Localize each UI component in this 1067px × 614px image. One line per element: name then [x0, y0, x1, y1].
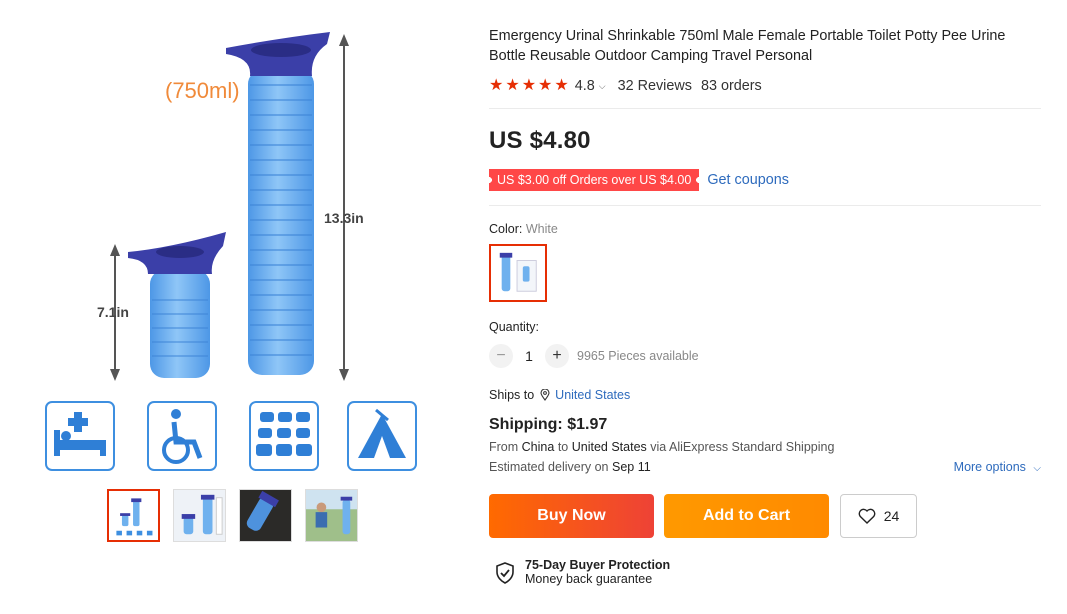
quantity-value[interactable]: 1 [513, 348, 545, 364]
increase-quantity-button[interactable]: + [545, 344, 569, 368]
thumbnail-4[interactable] [305, 489, 358, 542]
height-short-label: 7.1in [97, 304, 129, 320]
tent-icon [347, 401, 417, 471]
wishlist-count: 24 [883, 508, 900, 524]
thumbnail-1[interactable] [107, 489, 160, 542]
star-icon: ★ [521, 77, 537, 94]
ships-to-country-link[interactable]: United States [555, 388, 630, 402]
delivery-date: Sep 11 [612, 460, 651, 474]
buy-now-button[interactable]: Buy Now [489, 494, 654, 538]
height-tall-label: 13.3in [324, 210, 364, 226]
chevron-down-icon: ⌵ [1033, 463, 1041, 474]
star-icon: ★ [505, 77, 520, 94]
buyer-protection: 75-Day Buyer Protection Money back guara… [495, 558, 1041, 586]
quantity-label: Quantity: [489, 320, 540, 334]
location-pin-icon [540, 389, 550, 401]
capacity-label: (750ml) [165, 78, 240, 103]
color-label: Color: White [489, 222, 558, 236]
quantity-stepper: − 1 + 9965 Pieces available [489, 344, 1041, 368]
star-icon: ★ [489, 77, 504, 94]
product-info: Emergency Urinal Shrinkable 750ml Male F… [489, 26, 1041, 586]
destination-country: United States [571, 440, 647, 454]
product-gallery: (750ml) 13.3in 7.1in [0, 0, 470, 614]
thumbnail-strip [107, 489, 358, 542]
heart-icon [858, 508, 876, 524]
availability-text: 9965 Pieces available [577, 349, 699, 363]
coupon-row: US $3.00 off Orders over US $4.00 Get co… [489, 169, 1041, 206]
color-value: White [525, 222, 558, 236]
reviews-link[interactable]: 32 Reviews [618, 78, 692, 94]
get-coupons-link[interactable]: Get coupons [707, 172, 789, 188]
star-rating: ★ ★ ★ ★ ★ [489, 78, 569, 94]
coupon-badge[interactable]: US $3.00 off Orders over US $4.00 [489, 169, 700, 191]
action-buttons: Buy Now Add to Cart 24 [489, 494, 1041, 538]
product-price: US $4.80 [489, 127, 591, 154]
shield-check-icon [496, 562, 514, 584]
decrease-quantity-button[interactable]: − [489, 344, 513, 368]
thumbnail-3[interactable] [239, 489, 292, 542]
color-option-white[interactable] [489, 244, 547, 302]
more-options-link[interactable]: More options ⌵ [954, 460, 1041, 474]
protection-title: 75-Day Buyer Protection [525, 558, 671, 572]
orders-count: 83 orders [700, 78, 762, 94]
star-icon: ★ [554, 77, 569, 94]
traffic-jam-icon [249, 401, 319, 471]
rating-value[interactable]: 4.8 [575, 78, 595, 94]
shipping-method: via AliExpress Standard Shipping [650, 440, 835, 454]
rating-row: ★ ★ ★ ★ ★ 4.8 ⌵ 32 Reviews 83 orders [489, 78, 1041, 109]
wheelchair-icon [147, 401, 217, 471]
medical-bed-icon [45, 401, 115, 471]
chevron-down-icon[interactable]: ⌵ [599, 81, 606, 92]
thumbnail-2[interactable] [173, 489, 226, 542]
wishlist-button[interactable]: 24 [840, 494, 917, 538]
protection-subtitle: Money back guarantee [525, 572, 653, 586]
main-product-image[interactable]: (750ml) 13.3in 7.1in [30, 10, 440, 480]
star-icon: ★ [538, 77, 553, 94]
estimated-delivery-row: Estimated delivery on Sep 11 More option… [489, 460, 1041, 474]
shipping-cost: Shipping: $1.97 [489, 416, 608, 433]
shipping-route: From China to United States via AliExpre… [489, 440, 835, 454]
origin-country: China [521, 440, 555, 454]
add-to-cart-button[interactable]: Add to Cart [664, 494, 829, 538]
ships-to-row: Ships to United States [489, 388, 631, 402]
product-title: Emergency Urinal Shrinkable 750ml Male F… [489, 28, 1006, 64]
